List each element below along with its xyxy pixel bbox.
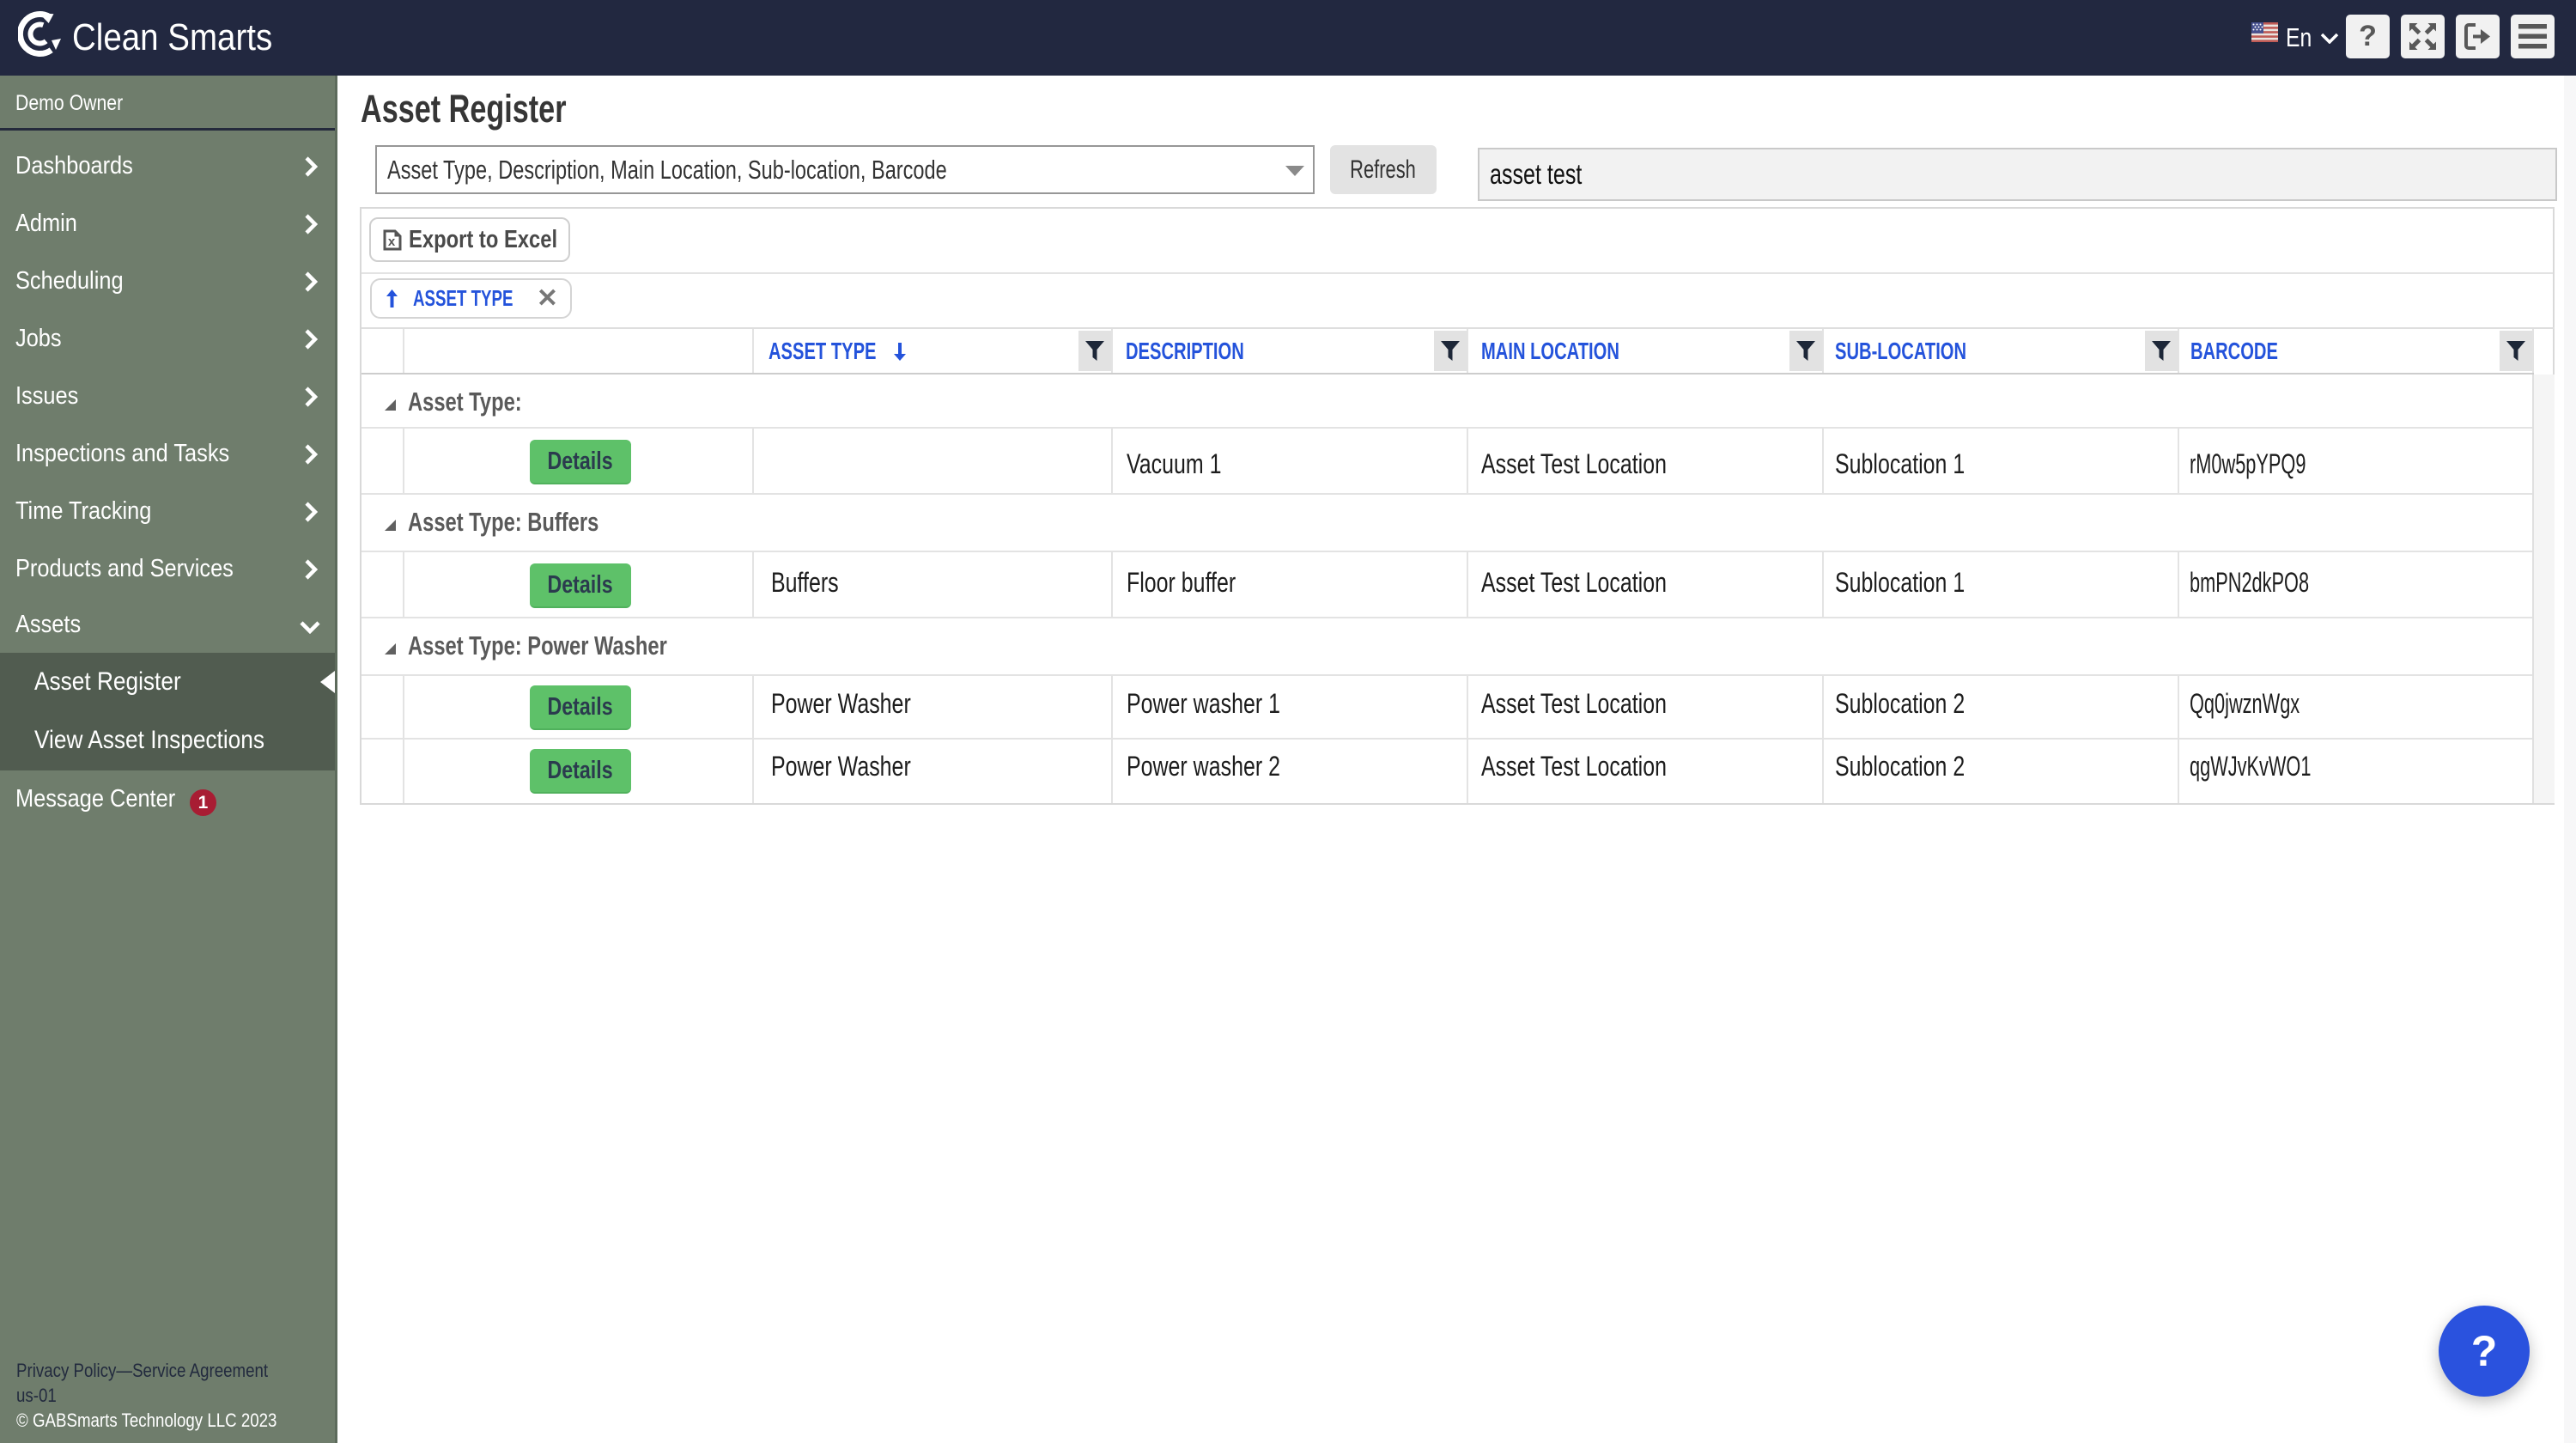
svg-text:x: x bbox=[388, 234, 396, 249]
